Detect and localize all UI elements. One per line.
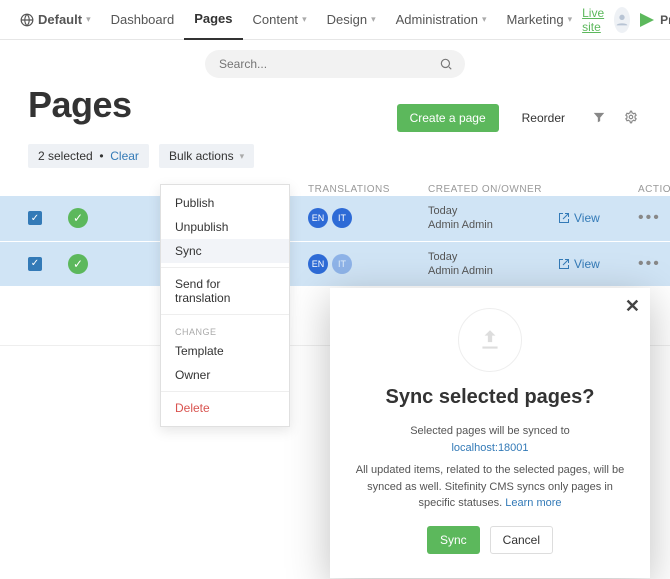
search-icon [439, 57, 453, 71]
table-row[interactable]: ✓ ✓ EN IT TodayAdmin Admin View ••• [0, 241, 670, 287]
table-row[interactable]: ✓ ✓ EN IT TodayAdmin Admin View ••• [0, 195, 670, 241]
status-published-icon: ✓ [68, 208, 88, 228]
selection-pill: 2 selected • Clear [28, 144, 149, 168]
chevron-down-icon: ▾ [86, 14, 91, 25]
row-actions-menu[interactable]: ••• [638, 209, 670, 227]
nav-content[interactable]: Content▾ [243, 0, 317, 40]
brand-logo: Progress Sitefinity [640, 13, 670, 27]
reorder-button[interactable]: Reorder [509, 104, 578, 132]
menu-sync[interactable]: Sync [161, 239, 289, 263]
page-header: Pages Create a page Reorder [0, 84, 670, 138]
dialog-title: Sync selected pages? [354, 386, 626, 409]
close-icon[interactable]: ✕ [625, 296, 640, 317]
learn-more-link[interactable]: Learn more [505, 497, 561, 509]
sync-button[interactable]: Sync [427, 526, 480, 554]
lang-badge-en[interactable]: EN [308, 254, 328, 274]
dialog-line2: All updated items, related to the select… [354, 462, 626, 512]
sync-confirm-dialog: ✕ Sync selected pages? Selected pages wi… [330, 288, 650, 578]
external-link-icon [558, 212, 570, 224]
nav-administration[interactable]: Administration▾ [386, 0, 497, 40]
nav-marketing[interactable]: Marketing▾ [497, 0, 583, 40]
view-link[interactable]: View [558, 211, 638, 225]
row-checkbox[interactable]: ✓ [28, 257, 42, 271]
selection-toolbar: 2 selected • Clear Bulk actions▾ [0, 138, 670, 184]
cancel-button[interactable]: Cancel [490, 526, 553, 554]
menu-publish[interactable]: Publish [161, 191, 289, 215]
col-translations: TRANSLATIONS [308, 184, 428, 195]
user-avatar[interactable] [614, 7, 630, 33]
menu-owner[interactable]: Owner [161, 363, 289, 387]
user-icon [614, 12, 630, 28]
col-actions: ACTIONS [638, 184, 670, 195]
dialog-line1: Selected pages will be synced to localho… [354, 423, 626, 456]
menu-template[interactable]: Template [161, 339, 289, 363]
top-nav: Default▾ Dashboard Pages Content▾ Design… [0, 0, 670, 40]
gear-icon[interactable] [620, 106, 642, 131]
globe-icon [20, 13, 34, 27]
live-site-link[interactable]: Live site [582, 6, 604, 34]
menu-section-change: CHANGE [161, 319, 289, 339]
status-published-icon: ✓ [68, 254, 88, 274]
site-switcher[interactable]: Default▾ [10, 0, 101, 40]
page-title: Pages [28, 84, 132, 126]
menu-send-for-translation[interactable]: Send for translation [161, 272, 289, 310]
nav-dashboard[interactable]: Dashboard [101, 0, 185, 40]
table-header: TRANSLATIONS CREATED ON/OWNER ACTIONS [0, 184, 670, 195]
col-created: CREATED ON/OWNER [428, 184, 558, 195]
lang-badge-it[interactable]: IT [332, 254, 352, 274]
lang-badge-en[interactable]: EN [308, 208, 328, 228]
progress-icon [640, 13, 654, 27]
upload-icon [458, 308, 522, 372]
menu-delete[interactable]: Delete [161, 396, 289, 420]
search-input[interactable] [217, 56, 439, 72]
nav-pages[interactable]: Pages [184, 0, 242, 40]
row-checkbox[interactable]: ✓ [28, 211, 42, 225]
filter-icon[interactable] [588, 106, 610, 131]
create-page-button[interactable]: Create a page [397, 104, 499, 132]
view-link[interactable]: View [558, 257, 638, 271]
sync-target-link[interactable]: localhost:18001 [451, 442, 528, 454]
search-box[interactable] [205, 50, 465, 78]
row-actions-menu[interactable]: ••• [638, 255, 670, 273]
external-link-icon [558, 258, 570, 270]
chevron-down-icon: ▾ [240, 151, 245, 162]
lang-badge-it[interactable]: IT [332, 208, 352, 228]
bulk-actions-menu: Publish Unpublish Sync Send for translat… [160, 184, 290, 427]
clear-selection[interactable]: Clear [110, 149, 139, 163]
nav-design[interactable]: Design▾ [317, 0, 386, 40]
menu-unpublish[interactable]: Unpublish [161, 215, 289, 239]
search-bar [0, 40, 670, 84]
bulk-actions-button[interactable]: Bulk actions▾ [159, 144, 254, 168]
